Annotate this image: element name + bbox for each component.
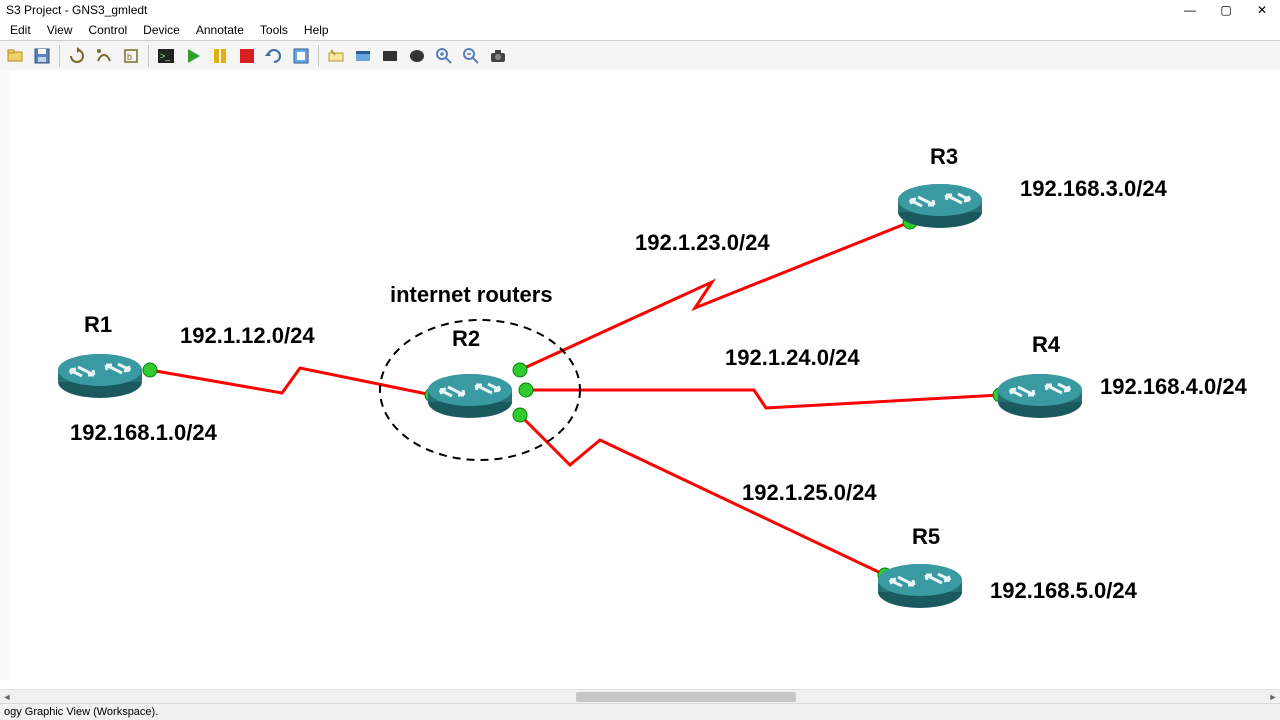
scroll-right-arrow-icon[interactable]: ►: [1266, 690, 1280, 704]
titlebar: S3 Project - GNS3_gmledt — ▢ ✕: [0, 0, 1280, 20]
link-label-R2-R3: 192.1.23.0/24: [635, 230, 770, 255]
ellipse-icon[interactable]: [404, 43, 430, 69]
scroll-left-arrow-icon[interactable]: ◄: [0, 690, 14, 704]
link-R2-R4[interactable]: [526, 390, 1000, 408]
toolbar: b >_: [0, 40, 1280, 72]
router-label-R3: R3: [930, 144, 958, 169]
network-label-R3: 192.168.3.0/24: [1020, 176, 1168, 201]
cluster-label: internet routers: [390, 282, 553, 307]
horizontal-scrollbar[interactable]: ◄ ►: [0, 689, 1280, 704]
menubar: Edit View Control Device Annotate Tools …: [0, 20, 1280, 40]
router-R1[interactable]: [58, 354, 142, 398]
topology-canvas[interactable]: internet routers 192.1.12.0/24 192.1.23.0/…: [10, 70, 1280, 690]
annotate-icon[interactable]: [323, 43, 349, 69]
menu-help[interactable]: Help: [296, 21, 337, 39]
statusbar-text: ogy Graphic View (Workspace).: [4, 706, 158, 718]
export-icon[interactable]: b: [118, 43, 144, 69]
reload-all-icon[interactable]: [261, 43, 287, 69]
console-icon[interactable]: >_: [153, 43, 179, 69]
start-icon[interactable]: [180, 43, 206, 69]
svg-text:>_: >_: [160, 51, 171, 61]
link-R1-R2[interactable]: [150, 368, 432, 395]
router-label-R4: R4: [1032, 332, 1061, 357]
router-R5[interactable]: [878, 564, 962, 608]
window-maximize-button[interactable]: ▢: [1220, 3, 1232, 17]
window-minimize-button[interactable]: —: [1184, 3, 1196, 17]
save-project-icon[interactable]: [29, 43, 55, 69]
menu-view[interactable]: View: [39, 21, 81, 39]
port-status-icon[interactable]: [143, 363, 157, 377]
router-R4[interactable]: [998, 374, 1082, 418]
menu-edit[interactable]: Edit: [2, 21, 39, 39]
vpcs-icon[interactable]: [288, 43, 314, 69]
network-label-R4: 192.168.4.0/24: [1100, 374, 1248, 399]
network-label-R1: 192.168.1.0/24: [70, 420, 218, 445]
window-title: S3 Project - GNS3_gmledt: [2, 3, 147, 17]
camera-icon[interactable]: [485, 43, 511, 69]
stop-icon[interactable]: [234, 43, 260, 69]
menu-control[interactable]: Control: [80, 21, 135, 39]
menu-tools[interactable]: Tools: [252, 21, 296, 39]
router-label-R5: R5: [912, 524, 940, 549]
router-R2[interactable]: [428, 374, 512, 418]
zoom-in-icon[interactable]: [431, 43, 457, 69]
pause-icon[interactable]: [207, 43, 233, 69]
port-status-icon[interactable]: [519, 383, 533, 397]
router-R3[interactable]: [898, 184, 982, 228]
port-status-icon[interactable]: [513, 363, 527, 377]
router-label-R1: R1: [84, 312, 112, 337]
port-status-icon[interactable]: [513, 408, 527, 422]
menu-device[interactable]: Device: [135, 21, 188, 39]
menu-annotate[interactable]: Annotate: [188, 21, 252, 39]
window-close-button[interactable]: ✕: [1256, 3, 1268, 17]
rectangle-icon[interactable]: [377, 43, 403, 69]
reload-icon[interactable]: [64, 43, 90, 69]
link-label-R2-R5: 192.1.25.0/24: [742, 480, 877, 505]
link-label-R1-R2: 192.1.12.0/24: [180, 323, 315, 348]
svg-text:b: b: [127, 52, 132, 62]
capture-icon[interactable]: [91, 43, 117, 69]
router-label-R2: R2: [452, 326, 480, 351]
screenshot-icon[interactable]: [350, 43, 376, 69]
topology-svg[interactable]: internet routers 192.1.12.0/24 192.1.23.0/…: [10, 70, 1280, 690]
link-label-R2-R4: 192.1.24.0/24: [725, 345, 860, 370]
scrollbar-thumb[interactable]: [576, 692, 796, 702]
zoom-out-icon[interactable]: [458, 43, 484, 69]
open-project-icon[interactable]: [2, 43, 28, 69]
network-label-R5: 192.168.5.0/24: [990, 578, 1138, 603]
statusbar: ogy Graphic View (Workspace).: [0, 703, 1280, 720]
